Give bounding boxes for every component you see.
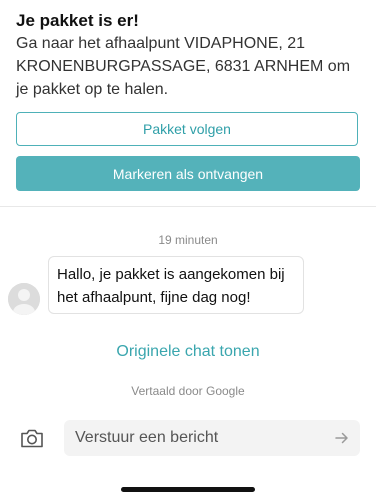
track-parcel-button[interactable]: Pakket volgen <box>16 112 358 146</box>
chat-message-bubble: Hallo, je pakket is aangekomen bij het a… <box>48 256 304 314</box>
mark-received-button[interactable]: Markeren als ontvangen <box>16 156 360 191</box>
default-avatar-icon <box>8 283 40 315</box>
message-timestamp: 19 minuten <box>158 233 218 247</box>
status-title: Je pakket is er! <box>16 11 139 30</box>
message-composer <box>0 414 376 464</box>
parcel-status-card: Je pakket is er! Ga naar het afhaalpunt … <box>0 0 376 206</box>
show-original-chat-link[interactable]: Originele chat tonen <box>0 343 376 361</box>
status-description: Ga naar het afhaalpunt VIDAPHONE, 21 KRO… <box>16 35 351 98</box>
translated-by-label: Vertaald door Google <box>131 384 245 398</box>
camera-icon[interactable] <box>20 427 44 449</box>
home-indicator <box>121 487 255 492</box>
message-input[interactable] <box>64 420 360 456</box>
send-arrow-icon[interactable] <box>334 430 350 446</box>
chat-area: 19 minuten Hallo, je pakket is aangekome… <box>0 207 376 500</box>
avatar <box>8 283 40 315</box>
